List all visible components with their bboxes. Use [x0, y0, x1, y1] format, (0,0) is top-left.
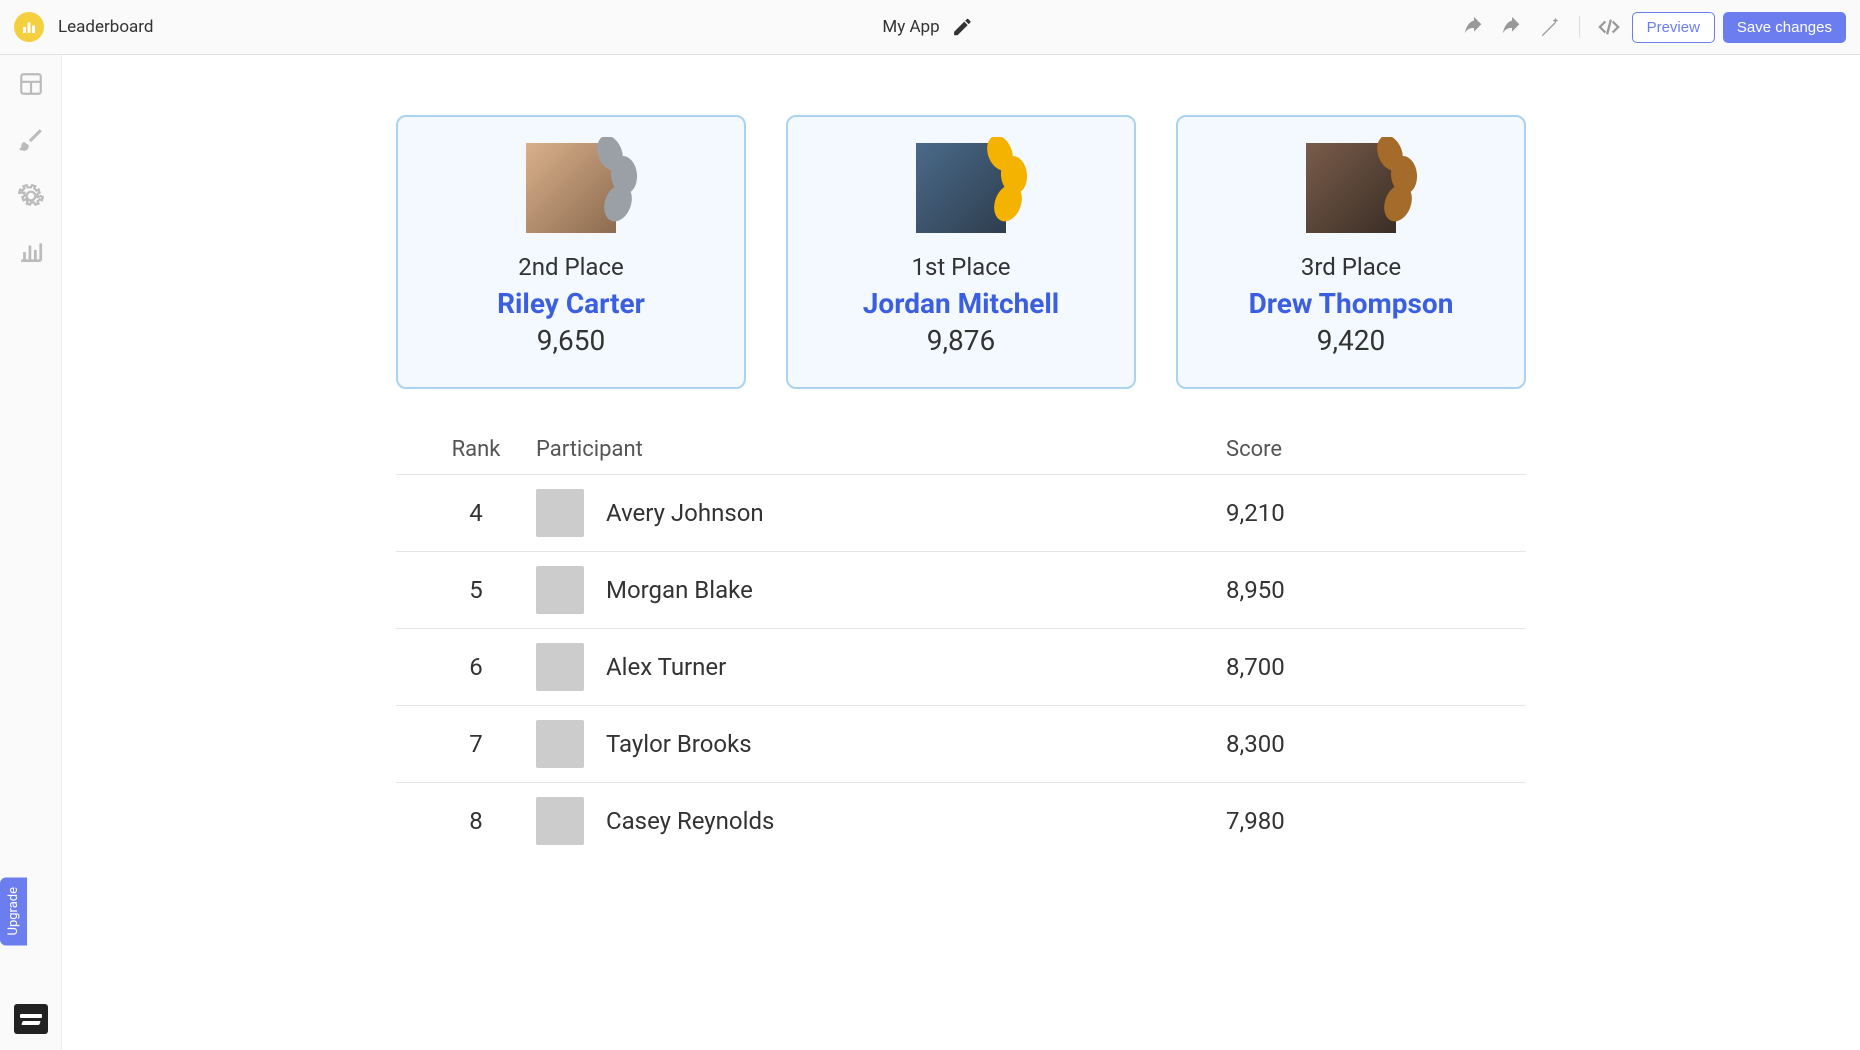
cell-score: 9,210 — [1226, 499, 1506, 527]
place-label: 2nd Place — [418, 253, 724, 281]
undo-icon[interactable] — [1459, 12, 1489, 42]
table-header: Rank Participant Score — [396, 425, 1526, 474]
laurel-icon — [596, 137, 656, 227]
cell-name: Avery Johnson — [606, 499, 764, 527]
avatar — [536, 720, 584, 768]
cell-rank: 4 — [416, 499, 536, 527]
winner-score: 9,876 — [808, 324, 1114, 357]
analytics-icon[interactable] — [18, 239, 44, 265]
rank-table: Rank Participant Score 4 Avery Johnson 9… — [396, 425, 1526, 859]
preview-button[interactable]: Preview — [1632, 12, 1715, 43]
cell-score: 8,700 — [1226, 653, 1506, 681]
cell-name: Taylor Brooks — [606, 730, 752, 758]
cell-name: Casey Reynolds — [606, 807, 774, 835]
winner-score: 9,420 — [1198, 324, 1504, 357]
cell-rank: 5 — [416, 576, 536, 604]
header-participant: Participant — [536, 437, 1226, 462]
save-button[interactable]: Save changes — [1723, 12, 1846, 43]
laurel-icon — [1376, 137, 1436, 227]
winner-name: Riley Carter — [418, 287, 724, 320]
avatar — [536, 797, 584, 845]
app-name[interactable]: My App — [882, 17, 939, 37]
cell-score: 7,980 — [1226, 807, 1506, 835]
wand-icon[interactable] — [1535, 12, 1565, 42]
podium-card-2[interactable]: 2nd Place Riley Carter 9,650 — [396, 115, 746, 389]
winner-name: Jordan Mitchell — [808, 287, 1114, 320]
avatar — [536, 489, 584, 537]
table-row[interactable]: 4 Avery Johnson 9,210 — [396, 474, 1526, 551]
code-icon[interactable] — [1594, 12, 1624, 42]
header-rank: Rank — [416, 437, 536, 462]
edit-name-icon[interactable] — [948, 12, 978, 42]
place-label: 1st Place — [808, 253, 1114, 281]
cell-name: Alex Turner — [606, 653, 726, 681]
cell-name: Morgan Blake — [606, 576, 753, 604]
cell-score: 8,950 — [1226, 576, 1506, 604]
table-row[interactable]: 8 Casey Reynolds 7,980 — [396, 782, 1526, 859]
winner-score: 9,650 — [418, 324, 724, 357]
cell-rank: 6 — [416, 653, 536, 681]
cell-score: 8,300 — [1226, 730, 1506, 758]
topbar: Leaderboard My App Preview Save changes — [0, 0, 1860, 55]
upgrade-button[interactable]: Upgrade — [0, 877, 27, 945]
app-logo-icon — [14, 12, 44, 42]
place-label: 3rd Place — [1198, 253, 1504, 281]
table-row[interactable]: 7 Taylor Brooks 8,300 — [396, 705, 1526, 782]
podium-row: 2nd Place Riley Carter 9,650 1st Place J… — [62, 115, 1860, 389]
gear-icon[interactable] — [18, 183, 44, 209]
podium-card-3[interactable]: 3rd Place Drew Thompson 9,420 — [1176, 115, 1526, 389]
brand-icon — [14, 1004, 48, 1034]
redo-icon[interactable] — [1497, 12, 1527, 42]
avatar — [536, 643, 584, 691]
sidebar: Upgrade — [0, 55, 62, 1050]
table-row[interactable]: 6 Alex Turner 8,700 — [396, 628, 1526, 705]
header-score: Score — [1226, 437, 1506, 462]
brush-icon[interactable] — [18, 127, 44, 153]
winner-name: Drew Thompson — [1198, 287, 1504, 320]
avatar — [536, 566, 584, 614]
podium-card-1[interactable]: 1st Place Jordan Mitchell 9,876 — [786, 115, 1136, 389]
cell-rank: 8 — [416, 807, 536, 835]
divider — [1579, 16, 1580, 38]
page-title: Leaderboard — [58, 17, 153, 37]
canvas: 2nd Place Riley Carter 9,650 1st Place J… — [62, 55, 1860, 1050]
layout-icon[interactable] — [18, 71, 44, 97]
cell-rank: 7 — [416, 730, 536, 758]
table-row[interactable]: 5 Morgan Blake 8,950 — [396, 551, 1526, 628]
laurel-icon — [986, 137, 1046, 227]
